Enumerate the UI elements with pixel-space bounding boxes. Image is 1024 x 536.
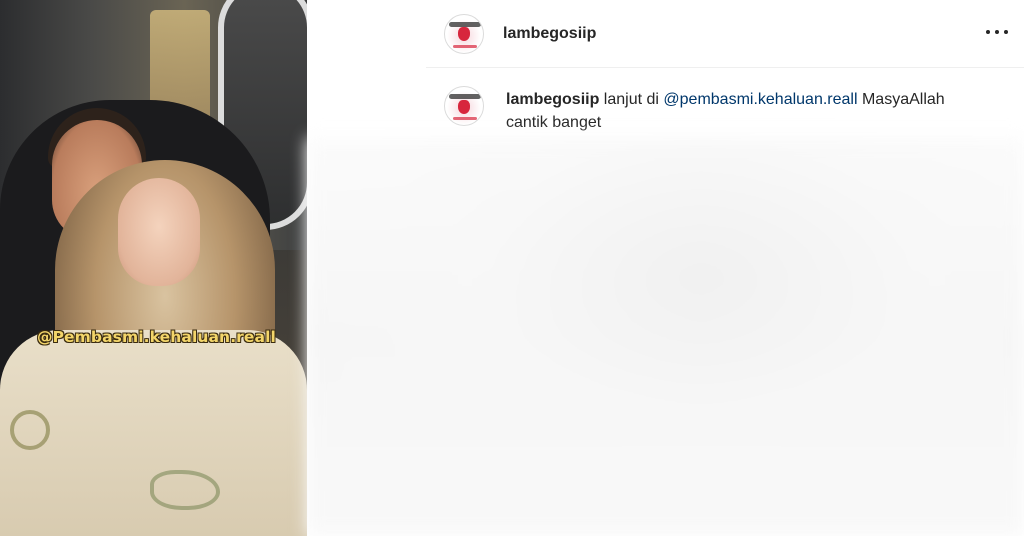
dot bbox=[995, 30, 999, 34]
caption-text: lambegosiip lanjut di @pembasmi.kehaluan… bbox=[506, 88, 986, 134]
dot bbox=[986, 30, 990, 34]
post-media[interactable]: @Pembasmi.kehaluan.reall bbox=[0, 0, 307, 536]
avatar-logo-icon bbox=[458, 99, 470, 114]
header-username[interactable]: lambegosiip bbox=[503, 25, 596, 43]
avatar-logo-subtext bbox=[453, 44, 477, 48]
avatar-logo-subtext bbox=[453, 117, 477, 120]
dot bbox=[1004, 30, 1008, 34]
dress-pattern bbox=[10, 410, 50, 450]
caption-avatar[interactable] bbox=[444, 86, 484, 126]
post-header: lambegosiip bbox=[426, 0, 1024, 68]
avatar[interactable] bbox=[444, 13, 484, 54]
more-options-icon[interactable] bbox=[986, 22, 1008, 42]
dress-pattern bbox=[150, 470, 220, 510]
client-face bbox=[118, 178, 200, 286]
caption-mention-link[interactable]: @pembasmi.kehaluan.reall bbox=[663, 91, 857, 108]
post-caption: lambegosiip lanjut di @pembasmi.kehaluan… bbox=[426, 68, 1024, 138]
avatar-logo-text bbox=[449, 94, 481, 99]
caption-text-before: lanjut di bbox=[599, 91, 664, 108]
avatar-logo-text bbox=[449, 21, 481, 27]
caption-username[interactable]: lambegosiip bbox=[506, 91, 599, 108]
blurred-comments-area bbox=[307, 138, 1024, 536]
media-watermark: @Pembasmi.kehaluan.reall bbox=[37, 328, 276, 346]
avatar-logo-icon bbox=[458, 27, 470, 42]
